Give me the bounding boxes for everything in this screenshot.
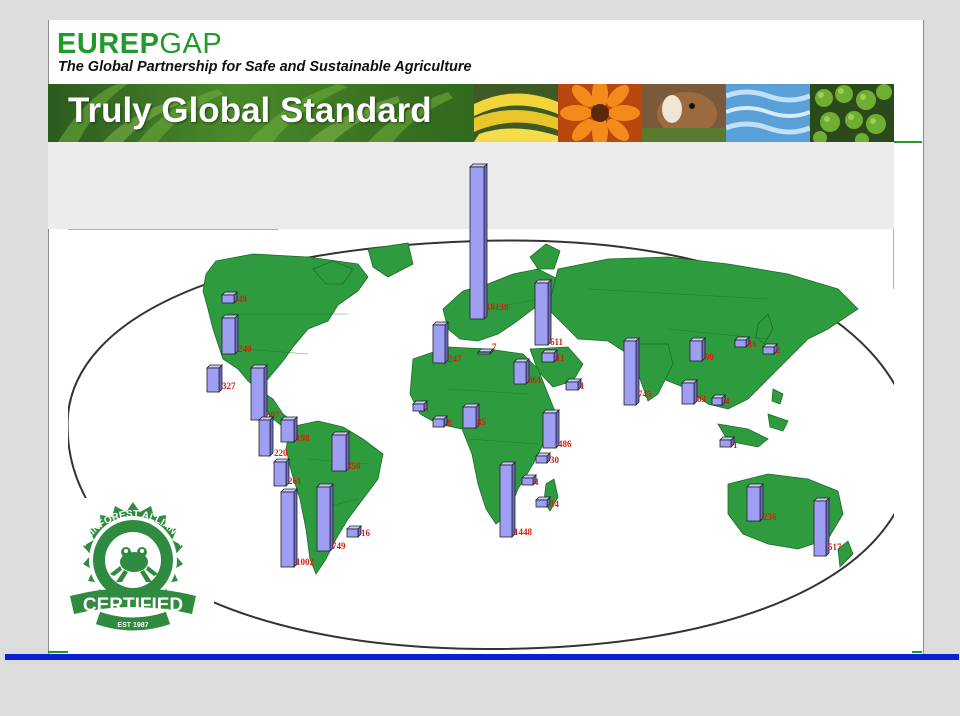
rainforest-alliance-seal: RAINFOREST ALLIANCE CERTIFIED EST 1987 bbox=[52, 498, 214, 648]
banner-title: Truly Global Standard bbox=[68, 91, 432, 130]
banner: Truly Global Standard bbox=[48, 84, 894, 142]
banana-photo bbox=[474, 84, 558, 142]
cow-photo bbox=[642, 84, 726, 142]
brand-regular: GAP bbox=[159, 28, 223, 60]
header-shadow-band bbox=[48, 142, 894, 229]
water-photo bbox=[725, 84, 811, 142]
flower-photo bbox=[558, 84, 642, 142]
continents bbox=[202, 242, 859, 575]
eurepgap-logo: EUREPGAP bbox=[57, 28, 222, 61]
footer-blue-rule bbox=[5, 654, 959, 660]
green-rule bbox=[894, 141, 922, 143]
seal-est-text: EST 1987 bbox=[117, 622, 148, 629]
tagline: The Global Partnership for Safe and Sust… bbox=[58, 59, 472, 75]
green-rule-right bbox=[912, 651, 922, 653]
brand-bold: EUREP bbox=[57, 28, 160, 60]
seal-main-text: CERTIFIED bbox=[83, 595, 183, 616]
coffee-photo bbox=[810, 84, 894, 142]
green-rule-left bbox=[48, 651, 68, 653]
